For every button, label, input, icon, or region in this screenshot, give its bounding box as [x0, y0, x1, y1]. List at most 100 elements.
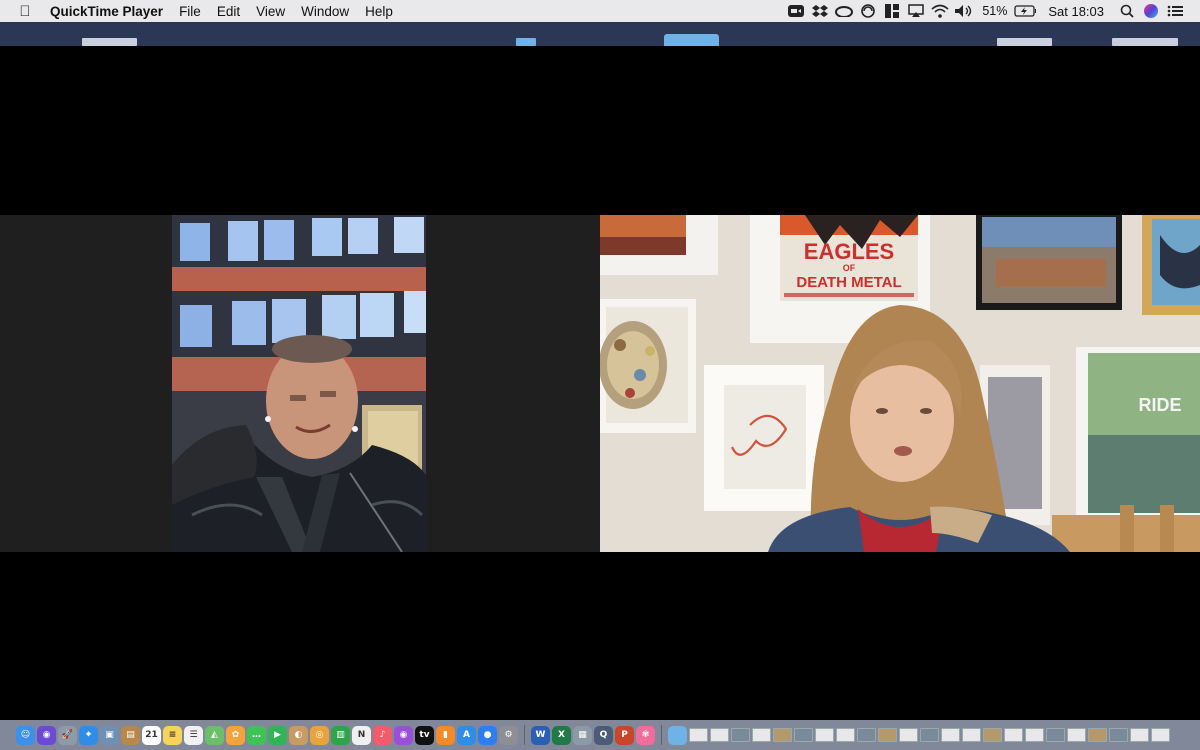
minimized-window-thumbnail[interactable] [899, 728, 918, 742]
quicktime-glyph: Q [599, 730, 608, 740]
books-icon[interactable]: ▮ [436, 725, 455, 745]
battery-percent: 51% [982, 4, 1008, 18]
notes-icon[interactable]: ≡ [163, 725, 182, 745]
dock-separator [524, 725, 525, 745]
minimized-window-thumbnail[interactable] [836, 728, 855, 742]
dropbox-icon[interactable] [809, 3, 831, 19]
desktop-file-icon[interactable] [82, 38, 137, 46]
flower-app-icon[interactable]: ✾ [636, 725, 655, 745]
messages-icon[interactable]: … [247, 725, 266, 745]
minimized-window-thumbnail[interactable] [773, 728, 792, 742]
zoom-icon[interactable]: ● [478, 725, 497, 745]
minimized-window-thumbnail[interactable] [752, 728, 771, 742]
minimized-window-thumbnail[interactable] [1046, 728, 1065, 742]
chrome-glyph: ◎ [315, 730, 324, 740]
appletv-icon[interactable]: tv [415, 725, 434, 745]
minimized-window-thumbnail[interactable] [962, 728, 981, 742]
minimized-window-thumbnail[interactable] [1025, 728, 1044, 742]
poster-of-text: OF [843, 263, 856, 273]
apple-menu-icon[interactable]:  [0, 3, 50, 20]
notes-brown-icon[interactable]: ▤ [121, 725, 140, 745]
reminders-icon[interactable]: ☰ [184, 725, 203, 745]
zoom-glyph: ● [483, 730, 492, 740]
participant-video-left [172, 215, 426, 552]
image-capture-glyph: ▦ [578, 730, 587, 740]
calendar-icon[interactable]: 21 [142, 725, 161, 745]
minimized-window-thumbnail[interactable] [1088, 728, 1107, 742]
facetime-icon[interactable]: ▶ [268, 725, 287, 745]
menu-bar:  QuickTime Player File Edit View Window… [0, 0, 1200, 22]
minimized-window-thumbnail[interactable] [731, 728, 750, 742]
finder-icon[interactable]: ☺ [16, 725, 35, 745]
window-manager-icon[interactable] [881, 3, 903, 19]
menu-clock[interactable]: Sat 18:03 [1038, 4, 1114, 19]
powerpoint-glyph: P [621, 730, 628, 740]
minimized-window-thumbnail[interactable] [920, 728, 939, 742]
menu-help[interactable]: Help [357, 4, 401, 19]
sync-icon[interactable] [857, 3, 879, 19]
minimized-window-thumbnail[interactable] [794, 728, 813, 742]
photos-glyph: ✿ [231, 730, 240, 740]
creative-cloud-icon[interactable] [833, 3, 855, 19]
news-icon[interactable]: N [352, 725, 371, 745]
powerpoint-icon[interactable]: P [615, 725, 634, 745]
zoom-status-icon[interactable] [785, 3, 807, 19]
excel-icon[interactable]: X [552, 725, 571, 745]
minimized-window-thumbnail[interactable] [710, 728, 729, 742]
contacts-glyph: ◐ [294, 730, 303, 740]
podcasts-glyph: ◉ [399, 730, 408, 740]
flower-app-glyph: ✾ [641, 730, 650, 740]
image-capture-icon[interactable]: ▦ [573, 725, 592, 745]
minimized-window-thumbnail[interactable] [689, 728, 708, 742]
spotlight-search-icon[interactable] [1116, 3, 1138, 19]
airplay-icon[interactable] [905, 3, 927, 19]
siri-icon[interactable]: ◉ [37, 725, 56, 745]
menu-edit[interactable]: Edit [209, 4, 248, 19]
numbers-glyph: ▥ [336, 730, 345, 740]
wifi-icon[interactable] [929, 3, 951, 19]
desktop-file-icon[interactable] [516, 38, 536, 46]
battery-charging-icon[interactable] [1014, 3, 1037, 19]
podcasts-icon[interactable]: ◉ [394, 725, 413, 745]
app-menu[interactable]: QuickTime Player [50, 4, 171, 19]
maps-icon[interactable]: ◭ [205, 725, 224, 745]
minimized-window-thumbnail[interactable] [941, 728, 960, 742]
downloads-folder-icon[interactable] [668, 725, 687, 745]
music-icon[interactable]: ♪ [373, 725, 392, 745]
music-glyph: ♪ [379, 730, 386, 740]
desktop-file-icon[interactable] [997, 38, 1052, 46]
messages-glyph: … [252, 730, 261, 740]
chrome-icon[interactable]: ◎ [310, 725, 329, 745]
desktop-file-icon[interactable] [1112, 38, 1178, 46]
minimized-window-thumbnail[interactable] [983, 728, 1002, 742]
minimized-window-thumbnail[interactable] [1067, 728, 1086, 742]
minimized-window-thumbnail[interactable] [878, 728, 897, 742]
minimized-window-thumbnail[interactable] [1004, 728, 1023, 742]
contacts-icon[interactable]: ◐ [289, 725, 308, 745]
photos-icon[interactable]: ✿ [226, 725, 245, 745]
minimized-window-thumbnail[interactable] [1130, 728, 1149, 742]
numbers-icon[interactable]: ▥ [331, 725, 350, 745]
safari-icon[interactable]: ⌖ [79, 725, 98, 745]
status-area: 51% Sat 18:03 [785, 3, 1200, 19]
notification-center-icon[interactable] [1164, 3, 1186, 19]
menu-file[interactable]: File [171, 4, 209, 19]
preview-icon[interactable]: ▣ [100, 725, 119, 745]
minimized-window-thumbnail[interactable] [1109, 728, 1128, 742]
appstore-icon[interactable]: A [457, 725, 476, 745]
minimized-window-thumbnail[interactable] [1151, 728, 1170, 742]
settings-icon[interactable]: ⚙ [499, 725, 518, 745]
launchpad-icon[interactable]: 🚀 [58, 725, 77, 745]
menu-view[interactable]: View [248, 4, 293, 19]
quicktime-icon[interactable]: Q [594, 725, 613, 745]
menu-window[interactable]: Window [293, 4, 357, 19]
minimized-window-thumbnail[interactable] [857, 728, 876, 742]
preview-glyph: ▣ [105, 730, 114, 740]
desktop-folder-icon[interactable] [664, 34, 719, 46]
siri-menubar-icon[interactable] [1140, 3, 1162, 19]
poster-deathmetal-text: DEATH METAL [796, 274, 901, 291]
quicktime-video-window[interactable]: EAGLES OF DEATH METAL RIDE [0, 46, 1200, 720]
word-icon[interactable]: W [531, 725, 550, 745]
minimized-window-thumbnail[interactable] [815, 728, 834, 742]
volume-icon[interactable] [953, 3, 975, 19]
